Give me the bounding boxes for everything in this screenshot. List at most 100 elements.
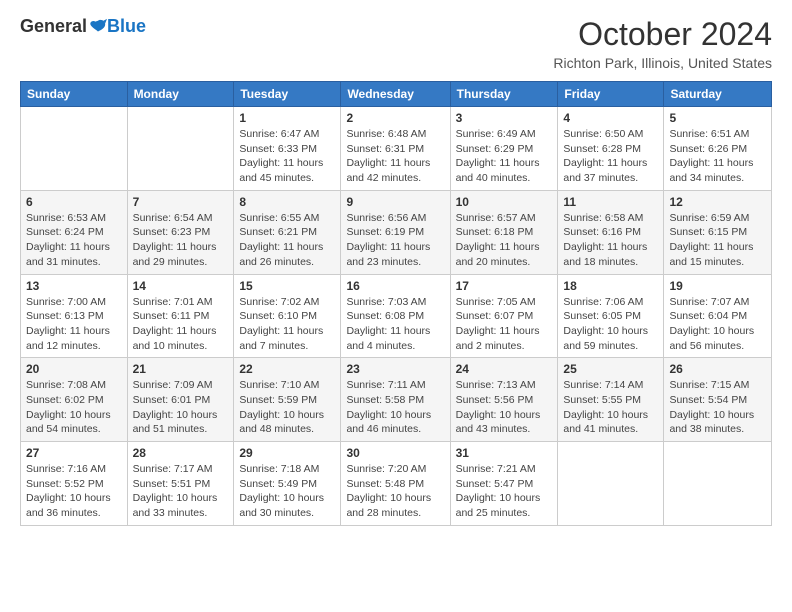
calendar-week-5: 27 Sunrise: 7:16 AM Sunset: 5:52 PM Dayli… [21, 442, 772, 526]
header: General Blue October 2024 Richton Park, … [20, 16, 772, 71]
day-info: Sunrise: 7:02 AM Sunset: 6:10 PM Dayligh… [239, 295, 335, 354]
table-row: 29 Sunrise: 7:18 AM Sunset: 5:49 PM Dayli… [234, 442, 341, 526]
table-row [664, 442, 772, 526]
header-saturday: Saturday [664, 82, 772, 107]
day-number: 28 [133, 446, 229, 460]
table-row: 28 Sunrise: 7:17 AM Sunset: 5:51 PM Dayli… [127, 442, 234, 526]
table-row [21, 107, 128, 191]
header-friday: Friday [558, 82, 664, 107]
day-number: 6 [26, 195, 122, 209]
day-info: Sunrise: 6:47 AM Sunset: 6:33 PM Dayligh… [239, 127, 335, 186]
table-row: 10 Sunrise: 6:57 AM Sunset: 6:18 PM Dayli… [450, 190, 558, 274]
table-row: 17 Sunrise: 7:05 AM Sunset: 6:07 PM Dayli… [450, 274, 558, 358]
day-info: Sunrise: 7:01 AM Sunset: 6:11 PM Dayligh… [133, 295, 229, 354]
table-row: 24Sunrise: 7:13 AM Sunset: 5:56 PM Dayli… [450, 358, 558, 442]
day-number: 2 [346, 111, 444, 125]
day-info: Sunrise: 7:10 AM Sunset: 5:59 PM Dayligh… [239, 378, 335, 437]
table-row: 30 Sunrise: 7:20 AM Sunset: 5:48 PM Dayli… [341, 442, 450, 526]
table-row: 14Sunrise: 7:01 AM Sunset: 6:11 PM Dayli… [127, 274, 234, 358]
day-number: 7 [133, 195, 229, 209]
day-number: 23 [346, 362, 444, 376]
header-thursday: Thursday [450, 82, 558, 107]
table-row: 2 Sunrise: 6:48 AM Sunset: 6:31 PM Daylig… [341, 107, 450, 191]
table-row: 20 Sunrise: 7:08 AM Sunset: 6:02 PM Dayli… [21, 358, 128, 442]
day-info: Sunrise: 6:51 AM Sunset: 6:26 PM Dayligh… [669, 127, 766, 186]
day-number: 8 [239, 195, 335, 209]
day-info: Sunrise: 6:50 AM Sunset: 6:28 PM Dayligh… [563, 127, 658, 186]
table-row: 6 Sunrise: 6:53 AM Sunset: 6:24 PM Daylig… [21, 190, 128, 274]
day-info: Sunrise: 7:21 AM Sunset: 5:47 PM Dayligh… [456, 462, 553, 521]
logo-general: General [20, 16, 87, 37]
table-row [127, 107, 234, 191]
day-number: 22 [239, 362, 335, 376]
calendar-week-4: 20 Sunrise: 7:08 AM Sunset: 6:02 PM Dayli… [21, 358, 772, 442]
day-info: Sunrise: 6:54 AM Sunset: 6:23 PM Dayligh… [133, 211, 229, 270]
day-info: Sunrise: 7:08 AM Sunset: 6:02 PM Dayligh… [26, 378, 122, 437]
table-row: 4 Sunrise: 6:50 AM Sunset: 6:28 PM Daylig… [558, 107, 664, 191]
table-row: 16Sunrise: 7:03 AM Sunset: 6:08 PM Dayli… [341, 274, 450, 358]
table-row: 11Sunrise: 6:58 AM Sunset: 6:16 PM Dayli… [558, 190, 664, 274]
day-info: Sunrise: 7:00 AM Sunset: 6:13 PM Dayligh… [26, 295, 122, 354]
table-row: 31 Sunrise: 7:21 AM Sunset: 5:47 PM Dayli… [450, 442, 558, 526]
header-tuesday: Tuesday [234, 82, 341, 107]
day-info: Sunrise: 7:15 AM Sunset: 5:54 PM Dayligh… [669, 378, 766, 437]
day-number: 21 [133, 362, 229, 376]
table-row: 12Sunrise: 6:59 AM Sunset: 6:15 PM Dayli… [664, 190, 772, 274]
table-row: 3Sunrise: 6:49 AM Sunset: 6:29 PM Daylig… [450, 107, 558, 191]
day-info: Sunrise: 6:56 AM Sunset: 6:19 PM Dayligh… [346, 211, 444, 270]
day-number: 10 [456, 195, 553, 209]
day-info: Sunrise: 7:13 AM Sunset: 5:56 PM Dayligh… [456, 378, 553, 437]
day-number: 1 [239, 111, 335, 125]
logo-blue: Blue [107, 16, 146, 37]
logo-bird-icon [89, 18, 107, 36]
day-info: Sunrise: 6:57 AM Sunset: 6:18 PM Dayligh… [456, 211, 553, 270]
day-info: Sunrise: 7:14 AM Sunset: 5:55 PM Dayligh… [563, 378, 658, 437]
day-number: 29 [239, 446, 335, 460]
header-wednesday: Wednesday [341, 82, 450, 107]
month-title: October 2024 [553, 16, 772, 53]
location-title: Richton Park, Illinois, United States [553, 55, 772, 71]
day-info: Sunrise: 7:07 AM Sunset: 6:04 PM Dayligh… [669, 295, 766, 354]
calendar-table: Sunday Monday Tuesday Wednesday Thursday… [20, 81, 772, 526]
day-number: 25 [563, 362, 658, 376]
table-row: 25 Sunrise: 7:14 AM Sunset: 5:55 PM Dayli… [558, 358, 664, 442]
calendar-header-row: Sunday Monday Tuesday Wednesday Thursday… [21, 82, 772, 107]
header-sunday: Sunday [21, 82, 128, 107]
day-number: 13 [26, 279, 122, 293]
title-block: October 2024 Richton Park, Illinois, Uni… [553, 16, 772, 71]
table-row: 26Sunrise: 7:15 AM Sunset: 5:54 PM Dayli… [664, 358, 772, 442]
table-row: 23Sunrise: 7:11 AM Sunset: 5:58 PM Dayli… [341, 358, 450, 442]
table-row: 5 Sunrise: 6:51 AM Sunset: 6:26 PM Daylig… [664, 107, 772, 191]
calendar-week-3: 13 Sunrise: 7:00 AM Sunset: 6:13 PM Dayli… [21, 274, 772, 358]
day-number: 19 [669, 279, 766, 293]
day-info: Sunrise: 6:58 AM Sunset: 6:16 PM Dayligh… [563, 211, 658, 270]
day-number: 5 [669, 111, 766, 125]
day-number: 18 [563, 279, 658, 293]
page: General Blue October 2024 Richton Park, … [0, 0, 792, 612]
day-info: Sunrise: 7:17 AM Sunset: 5:51 PM Dayligh… [133, 462, 229, 521]
table-row: 15Sunrise: 7:02 AM Sunset: 6:10 PM Dayli… [234, 274, 341, 358]
table-row: 7 Sunrise: 6:54 AM Sunset: 6:23 PM Daylig… [127, 190, 234, 274]
table-row: 8 Sunrise: 6:55 AM Sunset: 6:21 PM Daylig… [234, 190, 341, 274]
day-info: Sunrise: 6:55 AM Sunset: 6:21 PM Dayligh… [239, 211, 335, 270]
day-info: Sunrise: 6:48 AM Sunset: 6:31 PM Dayligh… [346, 127, 444, 186]
table-row: 13 Sunrise: 7:00 AM Sunset: 6:13 PM Dayli… [21, 274, 128, 358]
day-number: 20 [26, 362, 122, 376]
day-number: 4 [563, 111, 658, 125]
day-info: Sunrise: 6:53 AM Sunset: 6:24 PM Dayligh… [26, 211, 122, 270]
day-info: Sunrise: 7:20 AM Sunset: 5:48 PM Dayligh… [346, 462, 444, 521]
day-info: Sunrise: 7:18 AM Sunset: 5:49 PM Dayligh… [239, 462, 335, 521]
header-monday: Monday [127, 82, 234, 107]
table-row: 1 Sunrise: 6:47 AM Sunset: 6:33 PM Daylig… [234, 107, 341, 191]
calendar-week-2: 6 Sunrise: 6:53 AM Sunset: 6:24 PM Daylig… [21, 190, 772, 274]
day-info: Sunrise: 7:05 AM Sunset: 6:07 PM Dayligh… [456, 295, 553, 354]
day-number: 30 [346, 446, 444, 460]
day-number: 3 [456, 111, 553, 125]
day-info: Sunrise: 7:16 AM Sunset: 5:52 PM Dayligh… [26, 462, 122, 521]
calendar-week-1: 1 Sunrise: 6:47 AM Sunset: 6:33 PM Daylig… [21, 107, 772, 191]
day-number: 31 [456, 446, 553, 460]
day-number: 27 [26, 446, 122, 460]
day-info: Sunrise: 7:09 AM Sunset: 6:01 PM Dayligh… [133, 378, 229, 437]
logo-text: General Blue [20, 16, 146, 37]
day-number: 17 [456, 279, 553, 293]
